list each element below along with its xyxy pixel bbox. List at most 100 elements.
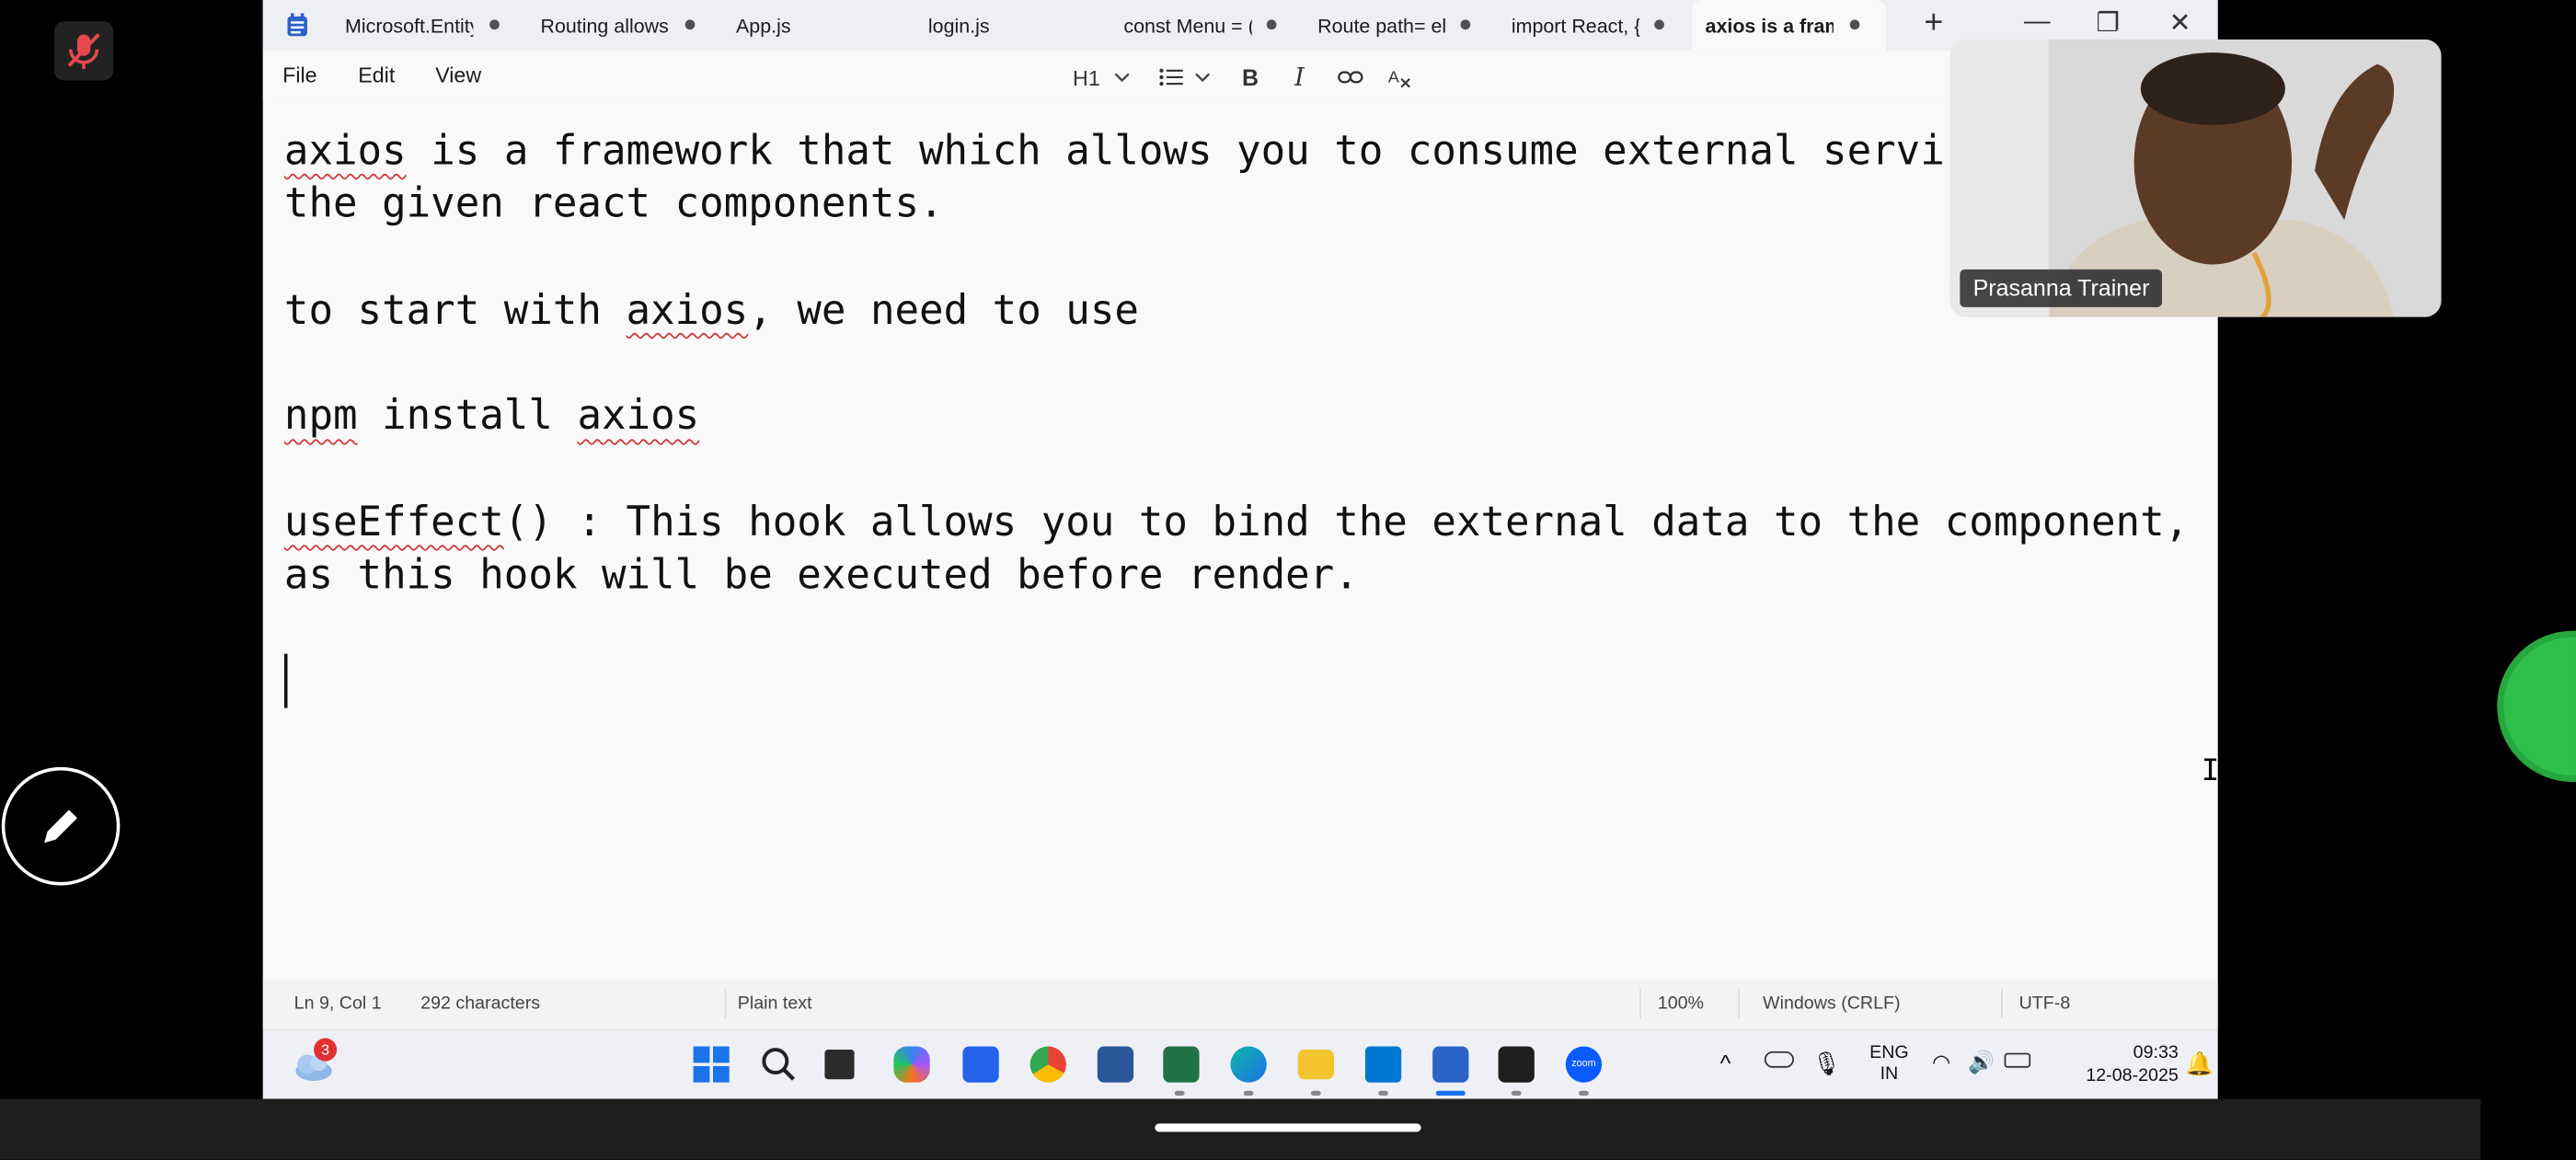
menu-bar: File Edit View H1 B I A bbox=[262, 51, 2218, 100]
mic-muted-icon bbox=[67, 33, 100, 69]
clear-formatting-button[interactable]: A bbox=[1386, 61, 1413, 94]
unsaved-dot-icon bbox=[1654, 19, 1664, 30]
search-icon bbox=[762, 1048, 796, 1081]
volume-icon[interactable]: 🔊 bbox=[1968, 1050, 1995, 1076]
menu-file[interactable]: File bbox=[282, 63, 316, 87]
text-editor[interactable]: axios is a framework that which allows y… bbox=[284, 125, 2189, 603]
clock-time: 09:33 bbox=[2133, 1042, 2179, 1063]
language-indicator[interactable]: ENG IN bbox=[1869, 1043, 1909, 1085]
running-indicator bbox=[1174, 1090, 1185, 1097]
store-icon[interactable] bbox=[962, 1046, 999, 1083]
notepad-app-icon bbox=[287, 13, 307, 37]
text-run: the given react components. bbox=[283, 179, 944, 227]
tab-route-path[interactable]: Route path= ele bbox=[1301, 0, 1495, 51]
tab-label: axios is a fram bbox=[1705, 14, 1834, 38]
tab-login-js[interactable]: login.js bbox=[914, 0, 1108, 51]
tab-microsoft-entity[interactable]: Microsoft.Entity bbox=[328, 0, 525, 51]
text-run: is a framework that which allows you to … bbox=[406, 126, 1945, 175]
heading-label: H1 bbox=[1073, 64, 1100, 90]
notepad-window: Microsoft.Entity Routing allows App.js l… bbox=[262, 0, 2218, 1030]
character-count: 292 characters bbox=[420, 993, 541, 1014]
document-line: ​ bbox=[284, 443, 2189, 497]
list-dropdown[interactable] bbox=[1158, 61, 1214, 94]
participant-name: Prasanna Trainer bbox=[1960, 269, 2163, 307]
new-tab-button[interactable]: + bbox=[1914, 5, 1953, 42]
bold-button[interactable]: B bbox=[1242, 61, 1259, 94]
chevron-down-icon bbox=[1195, 73, 1211, 83]
terminal-icon[interactable] bbox=[1498, 1046, 1535, 1083]
zoom-level[interactable]: 100% bbox=[1658, 993, 1704, 1013]
clock-date: 12-08-2025 bbox=[2086, 1065, 2179, 1086]
document-line: useEffect() : This hook allows you to bi… bbox=[284, 496, 2189, 549]
annotate-button[interactable] bbox=[1, 766, 121, 886]
running-indicator bbox=[1243, 1090, 1254, 1097]
zoom-app-icon[interactable]: zoom bbox=[1565, 1046, 1603, 1083]
word-icon[interactable] bbox=[1097, 1046, 1134, 1083]
spellcheck-word: useEffect bbox=[283, 498, 504, 546]
search-button[interactable] bbox=[761, 1046, 797, 1090]
document-line: axios is a framework that which allows y… bbox=[284, 125, 2189, 178]
spellcheck-word: axios bbox=[626, 285, 749, 334]
wifi-icon[interactable]: ◠ bbox=[1932, 1050, 1950, 1076]
divider bbox=[2000, 988, 2003, 1019]
pencil-icon bbox=[44, 810, 77, 844]
vscode-icon[interactable] bbox=[1364, 1046, 1402, 1083]
text-run: () : This hook allows you to bind the ex… bbox=[503, 498, 2190, 546]
excel-icon[interactable] bbox=[1163, 1046, 1200, 1083]
tab-routing-allows[interactable]: Routing allows bbox=[525, 0, 719, 51]
divider bbox=[724, 988, 727, 1019]
running-indicator bbox=[1378, 1090, 1388, 1097]
taskbar: 3 zoom ^ 🎙 ENG IN ◠ 🔊 09:33 12-08-2025 🔔 bbox=[262, 1029, 2218, 1099]
link-button[interactable] bbox=[1338, 61, 1364, 94]
clock[interactable]: 09:33 12-08-2025 bbox=[2053, 1041, 2179, 1087]
chrome-icon[interactable] bbox=[1029, 1046, 1066, 1083]
italic-button[interactable]: I bbox=[1294, 61, 1305, 94]
tab-const-menu[interactable]: const Menu = ( bbox=[1108, 0, 1302, 51]
status-bar: Ln 9, Col 1 292 characters Plain text 10… bbox=[262, 981, 2218, 1030]
notifications-bell-icon[interactable]: 🔔 bbox=[2185, 1050, 2214, 1077]
text-run: to start with bbox=[283, 285, 627, 334]
unsaved-dot-icon bbox=[684, 19, 696, 30]
edge-icon[interactable] bbox=[1230, 1046, 1267, 1083]
tab-label: App.js bbox=[735, 14, 791, 38]
tab-label: login.js bbox=[927, 14, 990, 38]
text-run: , we need to use bbox=[748, 285, 1139, 334]
unsaved-dot-icon bbox=[1266, 19, 1277, 30]
svg-text:A: A bbox=[1388, 67, 1399, 86]
text-caret bbox=[283, 653, 288, 708]
notepad-taskbar-icon[interactable] bbox=[1432, 1046, 1469, 1083]
bullet-list-icon bbox=[1159, 68, 1183, 86]
show-hidden-icons-chevron-icon[interactable]: ^ bbox=[1720, 1050, 1731, 1076]
file-explorer-icon[interactable] bbox=[1297, 1050, 1334, 1080]
cursor-position: Ln 9, Col 1 bbox=[293, 993, 382, 1014]
participant-video: Prasanna Trainer bbox=[1949, 39, 2442, 317]
line-ending[interactable]: Windows (CRLF) bbox=[1763, 993, 1901, 1013]
menu-edit[interactable]: Edit bbox=[358, 63, 395, 87]
whatsapp-floating-icon[interactable] bbox=[2497, 630, 2576, 782]
task-view-icon[interactable] bbox=[824, 1050, 855, 1080]
tab-app-js[interactable]: App.js bbox=[719, 0, 914, 51]
unsaved-dot-icon bbox=[1849, 19, 1860, 30]
start-button[interactable] bbox=[693, 1046, 730, 1090]
tab-import-react[interactable]: import React, { bbox=[1495, 0, 1689, 51]
battery-icon[interactable] bbox=[2004, 1052, 2031, 1068]
copilot-icon[interactable] bbox=[893, 1046, 930, 1083]
home-gesture-bar[interactable] bbox=[1155, 1123, 1421, 1132]
document-line: ​ bbox=[284, 337, 2189, 390]
tab-label: Microsoft.Entity bbox=[344, 14, 474, 38]
encoding[interactable]: UTF-8 bbox=[2019, 993, 2071, 1013]
onedrive-cloud-icon[interactable] bbox=[1764, 1051, 1794, 1068]
document-line: ​ bbox=[284, 231, 2189, 284]
text-run: install bbox=[357, 391, 578, 440]
microphone-icon[interactable]: 🎙 bbox=[1812, 1050, 1842, 1077]
link-icon bbox=[1338, 71, 1363, 84]
menu-view[interactable]: View bbox=[435, 63, 481, 87]
text-cursor-ibeam-icon: I bbox=[2201, 753, 2220, 789]
tab-label: Routing allows bbox=[540, 14, 669, 38]
heading-dropdown[interactable]: H1 bbox=[1073, 61, 1133, 94]
weather-widget[interactable]: 3 bbox=[291, 1038, 338, 1085]
notification-badge: 3 bbox=[314, 1038, 338, 1062]
tab-label: import React, { bbox=[1511, 14, 1640, 38]
tab-axios-active[interactable]: axios is a fram bbox=[1692, 0, 1886, 52]
mute-mic-button[interactable] bbox=[53, 21, 114, 81]
